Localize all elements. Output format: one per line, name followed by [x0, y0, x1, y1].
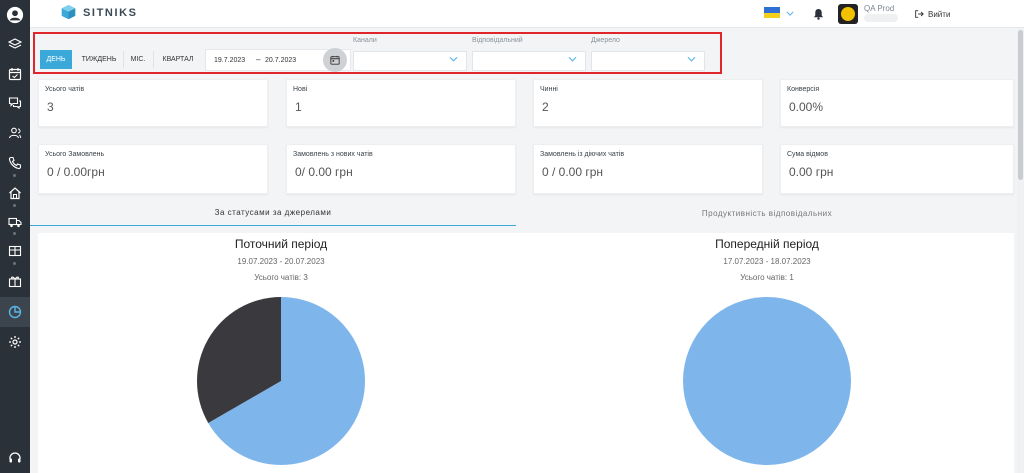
stat-value: 0.00 грн: [789, 165, 834, 179]
stat-label: Замовлень із діючих чатів: [540, 151, 625, 158]
previous-period-count: Усього чатів: 1: [740, 273, 794, 282]
previous-period-range: 17.07.2023 - 18.07.2023: [723, 257, 811, 266]
period-divider: [153, 51, 154, 68]
source-label: Джерело: [591, 37, 620, 44]
page-scrollbar[interactable]: [1017, 28, 1024, 473]
sidebar: [0, 0, 30, 473]
stat-card-total-orders: Усього Замовлень 0 / 0.00грн: [38, 144, 268, 194]
current-period-pie-chart: [197, 297, 365, 465]
stat-label: Усього чатів: [45, 86, 85, 93]
chevron-down-icon: [449, 56, 458, 62]
language-chevron-down-icon[interactable]: [786, 8, 794, 18]
catalog-icon[interactable]: [7, 243, 23, 259]
period-week-button[interactable]: ТИЖДЕНЬ: [77, 50, 121, 69]
chevron-down-icon: [568, 56, 577, 62]
period-divider: [123, 51, 124, 68]
gift-icon[interactable]: [7, 273, 23, 289]
previous-period-pie-chart: [683, 297, 851, 465]
source-select[interactable]: [591, 51, 705, 71]
stat-card-conversion: Конверсія 0.00%: [780, 79, 1014, 127]
delivery-truck-icon[interactable]: [7, 214, 23, 230]
app-logo[interactable]: SITNIKS: [60, 4, 138, 21]
language-flag-icon[interactable]: [764, 7, 780, 18]
stat-label: Сума відмов: [787, 151, 828, 158]
calendar-picker-button[interactable]: [323, 48, 347, 72]
tab-responsible-productivity[interactable]: Продуктивність відповідальних: [520, 200, 1014, 226]
logout-button[interactable]: Вийти: [914, 9, 950, 19]
tab-by-statuses[interactable]: За статусами за джерелами: [30, 200, 516, 226]
home-icon[interactable]: [7, 185, 23, 201]
sidebar-divider-dot: [13, 204, 16, 207]
stat-value: 0 / 0.00грн: [47, 165, 105, 179]
notifications-bell-icon[interactable]: [813, 7, 824, 25]
stat-value: 1: [295, 100, 302, 114]
profile-icon[interactable]: [5, 5, 25, 25]
logo-cube-icon: [61, 4, 76, 20]
stat-card-refusals-sum: Сума відмов 0.00 грн: [780, 144, 1014, 194]
sidebar-divider-dot: [13, 262, 16, 265]
user-name: QA Prod: [864, 4, 895, 13]
date-separator: –: [256, 55, 261, 64]
stat-value: 0/ 0.00 грн: [295, 165, 353, 179]
date-to: 20.7.2023: [265, 57, 297, 64]
sidebar-divider-dot: [13, 232, 16, 235]
layers-icon[interactable]: [7, 37, 23, 53]
stat-label: Усього Замовлень: [45, 151, 105, 158]
pie-slice[interactable]: [683, 297, 851, 465]
user-avatar[interactable]: [838, 4, 858, 24]
analytics-chart-icon[interactable]: [7, 304, 23, 320]
scrollbar-thumb[interactable]: [1018, 30, 1023, 180]
user-role-pill: [864, 14, 898, 22]
stat-card-orders-new-chats: Замовлень з нових чатів 0/ 0.00 грн: [286, 144, 516, 194]
stat-card-new: Нові 1: [286, 79, 516, 127]
stat-label: Конверсія: [787, 86, 820, 93]
period-month-button[interactable]: МІС.: [127, 50, 149, 69]
responsible-select[interactable]: [472, 51, 586, 71]
current-period-title: Поточний період: [234, 237, 328, 251]
stat-label: Чинні: [540, 86, 558, 93]
stat-value: 0 / 0.00 грн: [542, 165, 604, 179]
sidebar-divider-dot: [13, 174, 16, 177]
date-from: 19.7.2023: [214, 57, 246, 64]
period-day-button[interactable]: ДЕНЬ: [40, 50, 72, 69]
logout-label: Вийти: [928, 9, 951, 19]
current-period-count: Усього чатів: 3: [254, 273, 308, 282]
phone-icon[interactable]: [7, 155, 23, 171]
settings-gear-icon[interactable]: [7, 334, 23, 350]
calendar-icon[interactable]: [7, 66, 23, 82]
chats-icon[interactable]: [7, 95, 23, 111]
stat-label: Замовлень з нових чатів: [293, 151, 373, 158]
previous-period-title: Попередній період: [715, 237, 819, 251]
channels-select[interactable]: [353, 51, 467, 71]
logout-icon: [915, 10, 924, 18]
stat-card-active: Чинні 2: [533, 79, 763, 127]
users-icon[interactable]: [7, 125, 23, 141]
charts-panel: Поточний період 19.07.2023 - 20.07.2023 …: [38, 233, 1014, 473]
support-headset-icon[interactable]: [7, 450, 23, 466]
logo-text: SITNIKS: [83, 6, 138, 19]
responsible-label: Відповідальний: [472, 37, 523, 44]
stat-card-total-chats: Усього чатів 3: [38, 79, 268, 127]
stat-label: Нові: [293, 86, 308, 93]
chevron-down-icon: [687, 56, 696, 62]
period-quarter-button[interactable]: КВАРТАЛ: [158, 50, 198, 69]
stat-value: 3: [47, 100, 54, 114]
stat-value: 2: [542, 100, 549, 114]
filters-panel: ДЕНЬ ТИЖДЕНЬ МІС. КВАРТАЛ 19.7.2023 – 20…: [33, 32, 722, 74]
channels-label: Канали: [353, 37, 377, 44]
calendar-icon: [330, 55, 340, 65]
stat-value: 0.00%: [789, 100, 824, 114]
stat-card-orders-active-chats: Замовлень із діючих чатів 0 / 0.00 грн: [533, 144, 763, 194]
current-period-range: 19.07.2023 - 20.07.2023: [237, 257, 325, 266]
